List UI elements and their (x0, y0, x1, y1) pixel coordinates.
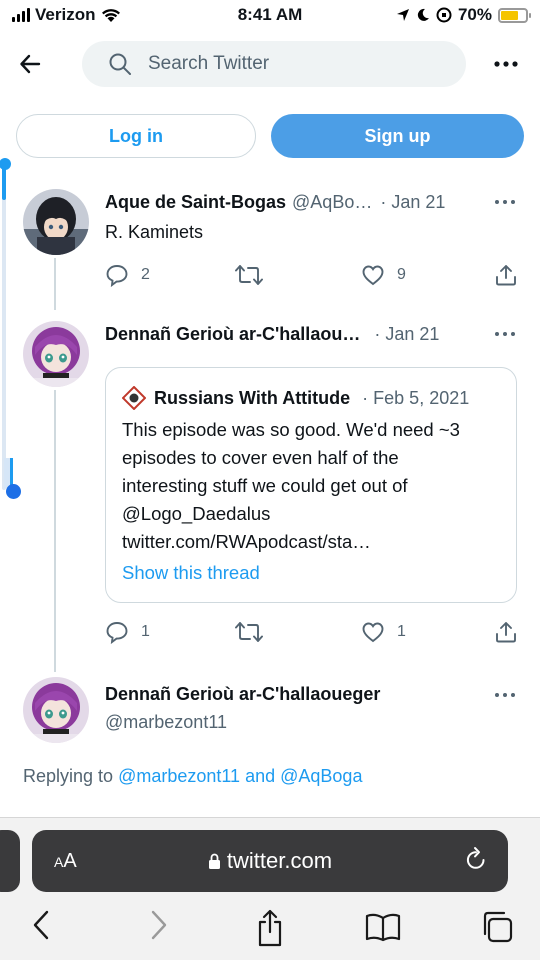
battery-icon (498, 7, 531, 23)
retweet-button[interactable] (235, 263, 275, 287)
author-handle[interactable]: @marbezont11 (105, 712, 227, 733)
heart-icon (362, 622, 384, 643)
lock-icon (208, 853, 220, 869)
replying-and: and (240, 766, 281, 786)
quoted-tweet[interactable]: Russians With Attitude · Feb 5, 2021 Thi… (105, 367, 517, 603)
tweet-header: Aque de Saint-Bogas @AqBo… · Jan 21 (105, 192, 445, 213)
like-button[interactable]: 9 (361, 263, 406, 287)
tweet-header: Dennañ Gerioù ar-C'hallaou… · Jan 21 (105, 324, 439, 345)
share-icon[interactable] (255, 908, 285, 948)
previous-tab[interactable] (0, 830, 20, 892)
tweet-more-icon[interactable] (494, 691, 516, 699)
share-button[interactable] (494, 620, 518, 644)
quoted-tweet-date: · Feb 5, 2021 (362, 387, 470, 408)
reply-icon (106, 265, 128, 287)
back-arrow-icon[interactable] (19, 53, 41, 75)
search-icon (109, 53, 131, 75)
tweet-date[interactable]: · Jan 21 (374, 324, 439, 345)
share-button[interactable] (494, 263, 518, 287)
tweet-more-icon[interactable] (494, 198, 516, 206)
tweet-header: Dennañ Gerioù ar-C'hallaoueger (105, 684, 380, 705)
heart-icon (362, 265, 384, 286)
reload-icon[interactable] (464, 846, 488, 872)
quoted-text-line: episodes to cover even half of the (122, 447, 399, 468)
reply-icon (106, 622, 128, 644)
retweet-button[interactable] (235, 620, 275, 644)
scroll-indicator-top (2, 165, 6, 200)
like-count: 9 (397, 266, 406, 283)
quoted-tweet-text: This episode was so good. We'd need ~3 e… (122, 416, 507, 556)
thread-line (54, 258, 56, 310)
quoted-text-line: interesting stuff we could get out of (122, 475, 408, 496)
like-button[interactable]: 1 (361, 620, 406, 644)
retweet-icon (235, 265, 263, 285)
more-options-icon[interactable] (494, 60, 518, 68)
author-handle[interactable]: @AqBo… (292, 192, 372, 213)
tweet-handle-row: @marbezont11 (105, 712, 227, 733)
tweet-date[interactable]: · Jan 21 (380, 192, 445, 213)
avatar[interactable] (23, 189, 89, 255)
show-thread-link[interactable]: Show this thread (122, 562, 260, 584)
reply-user-link[interactable]: @AqBoga (280, 766, 362, 786)
forward-icon[interactable] (146, 908, 170, 942)
reply-count: 1 (141, 623, 150, 640)
bookmarks-icon[interactable] (365, 912, 401, 942)
scroll-track[interactable] (2, 168, 6, 490)
battery-percent: 70% (457, 5, 492, 24)
tweet-actions: 2 9 (105, 263, 518, 291)
quoted-text-line: This episode was so good. We'd need ~3 (122, 419, 460, 440)
search-placeholder: Search Twitter (148, 53, 270, 74)
thread-line (54, 390, 56, 672)
replying-to: Replying to @marbezont11 and @AqBoga (23, 766, 362, 787)
alarm-lock-icon (436, 7, 452, 23)
search-input[interactable]: Search Twitter (82, 41, 466, 87)
reply-count: 2 (141, 266, 150, 283)
share-icon (496, 622, 516, 643)
scroll-handle[interactable] (6, 484, 21, 499)
url-display[interactable]: twitter.com (32, 848, 508, 874)
avatar[interactable] (23, 321, 89, 387)
like-count: 1 (397, 623, 406, 640)
share-icon (496, 265, 516, 286)
quoted-url-link[interactable]: twitter.com/RWApodcast/sta… (122, 528, 507, 556)
scroll-handle-top[interactable] (0, 158, 11, 170)
replying-prefix: Replying to (23, 766, 119, 786)
login-button[interactable]: Log in (16, 114, 256, 158)
author-name[interactable]: Dennañ Gerioù ar-C'hallaou… (105, 324, 360, 345)
author-name[interactable]: Aque de Saint-Bogas (105, 192, 286, 213)
safari-toolbar: AA twitter.com (0, 817, 540, 960)
retweet-icon (235, 622, 263, 642)
quoted-mention-link[interactable]: @Logo_Daedalus (122, 500, 507, 528)
tweet-actions: 1 1 (105, 620, 518, 648)
location-arrow-icon (396, 9, 409, 21)
reply-user-link[interactable]: @marbezont11 (118, 766, 240, 786)
reply-button[interactable]: 2 (105, 263, 150, 287)
status-bar: Verizon 8:41 AM 70% (0, 0, 540, 30)
moon-icon (417, 8, 429, 21)
tabs-icon[interactable] (480, 910, 514, 944)
avatar[interactable] (23, 677, 89, 743)
status-right: 70% (396, 5, 531, 25)
quoted-author-name: Russians With Attitude (154, 387, 351, 408)
quoted-avatar-icon (122, 386, 146, 410)
quoted-tweet-header: Russians With Attitude · Feb 5, 2021 (122, 386, 469, 410)
browser-nav-bar (0, 908, 540, 952)
tweet-text: R. Kaminets (105, 222, 204, 242)
url-text: twitter.com (226, 848, 333, 873)
address-bar[interactable]: AA twitter.com (32, 830, 508, 892)
signup-button[interactable]: Sign up (271, 114, 524, 158)
reply-button[interactable]: 1 (105, 620, 150, 644)
back-icon[interactable] (30, 908, 54, 942)
tweet-more-icon[interactable] (494, 330, 516, 338)
author-name[interactable]: Dennañ Gerioù ar-C'hallaoueger (105, 684, 380, 705)
